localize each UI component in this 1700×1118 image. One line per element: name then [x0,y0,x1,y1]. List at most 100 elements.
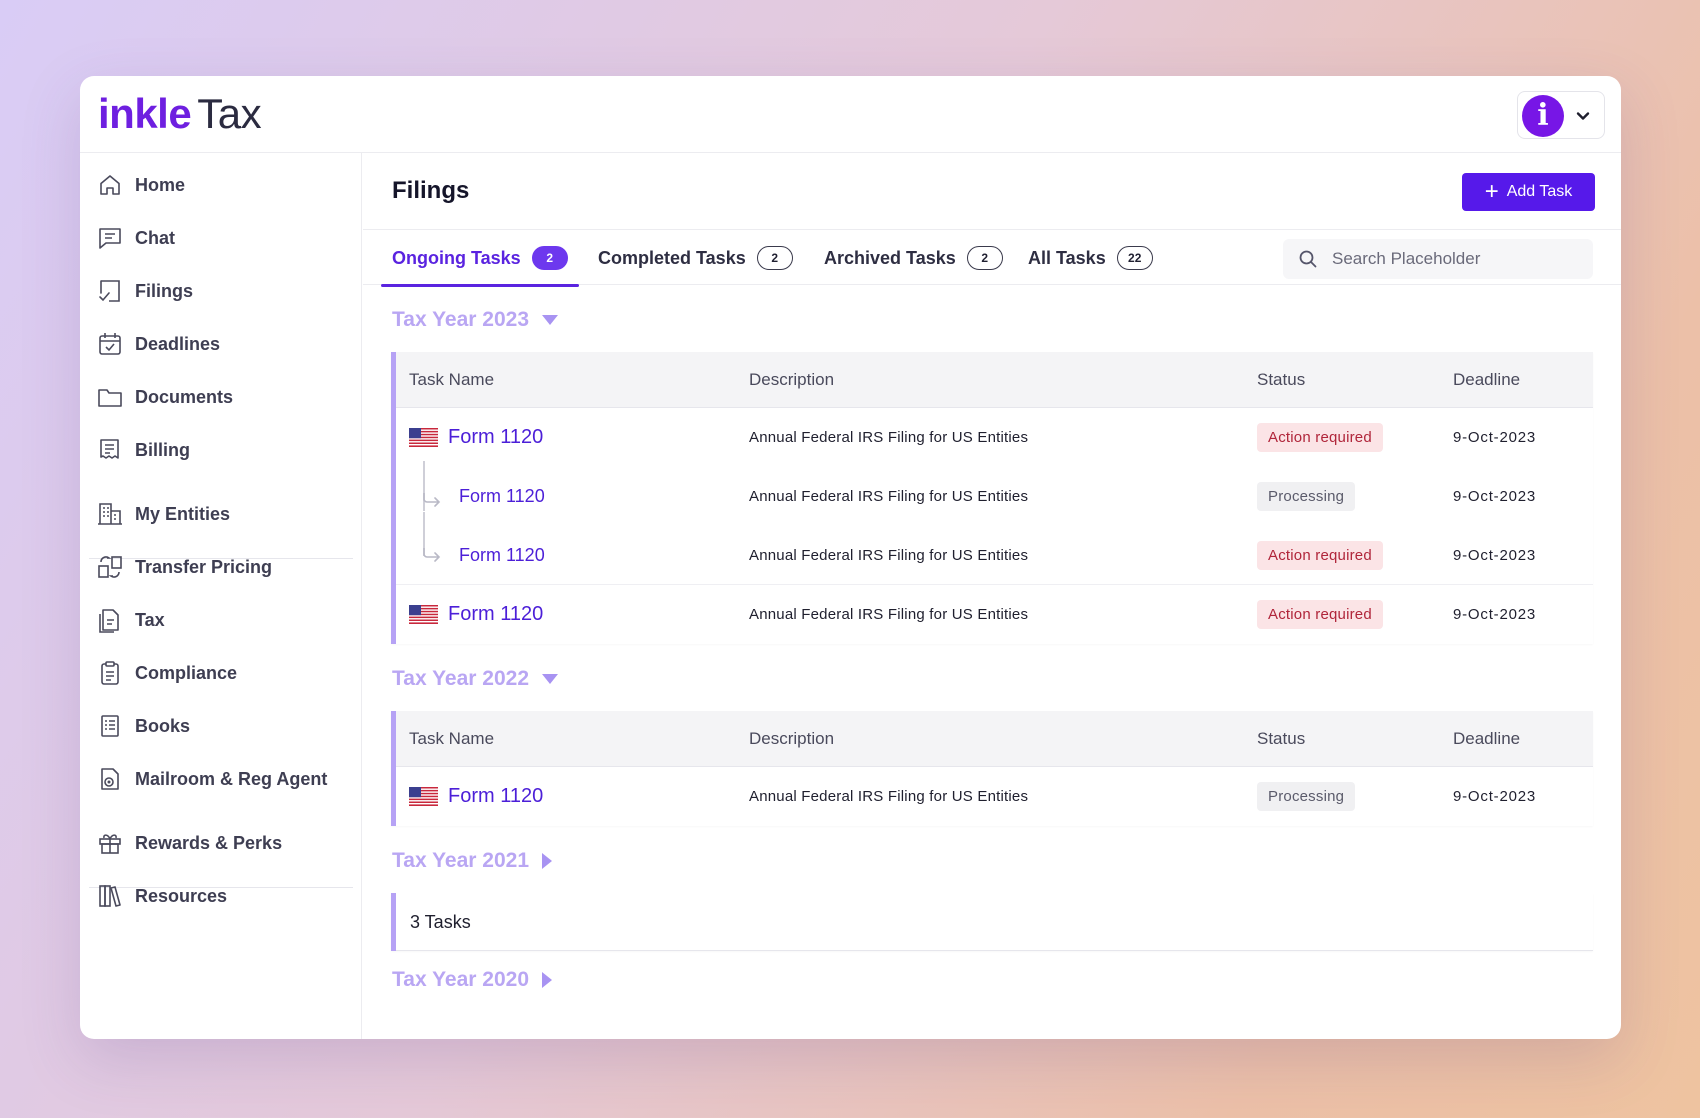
main-content: Filings + Add Task Ongoing Tasks 2 Compl… [363,153,1621,1039]
tax-year-label: Tax Year 2020 [392,968,530,991]
status-cell: Action required [1257,408,1383,467]
sidebar-item-label: Transfer Pricing [135,556,273,577]
gift-icon [99,834,121,854]
tasks-table-2022: Task Name Description Status Deadline Fo… [391,711,1593,826]
sidebar-item-mailroom[interactable]: Mailroom & Reg Agent [97,759,352,799]
deadline-value: 9-Oct-2023 [1453,606,1537,623]
status-cell: Processing [1257,467,1356,526]
task-link[interactable]: Form 1120 [459,486,545,507]
sidebar-item-compliance[interactable]: Compliance [97,653,352,693]
status-badge: Action required [1257,540,1383,570]
tasks-summary-2021: 3 Tasks [391,893,1593,951]
table-row-child[interactable]: Form 1120 Annual Federal IRS Filing for … [396,461,1593,526]
sidebar-item-home[interactable]: Home [97,165,352,205]
column-header-task: Task Name [409,370,495,389]
sidebar-item-tax[interactable]: Tax [97,600,352,640]
task-link[interactable]: Form 1120 [448,426,543,449]
description-cell: Annual Federal IRS Filing for US Entitie… [749,526,1028,584]
sidebar-item-rewards[interactable]: Rewards & Perks [97,823,352,863]
column-header-status: Status [1257,729,1306,748]
task-link[interactable]: Form 1120 [448,785,543,808]
deadline-value: 9-Oct-2023 [1453,429,1537,446]
tasks-table-2023: Task Name Description Status Deadline Fo… [391,352,1593,644]
child-arrow-icon [423,493,441,507]
caret-down-icon [542,315,559,325]
sidebar-item-chat[interactable]: Chat [97,218,352,258]
transfer-pricing-icon [98,556,122,578]
entities-icon [98,503,122,525]
task-cell: Form 1120 [409,585,543,644]
tab-ongoing-tasks[interactable]: Ongoing Tasks 2 [381,230,579,287]
books-icon [101,715,119,737]
status-cell: Action required [1257,585,1383,644]
task-count-summary: 3 Tasks [410,912,471,932]
sidebar-item-label: Billing [135,439,190,460]
deadline-cell: 9-Oct-2023 [1453,767,1536,826]
sidebar-item-label: Rewards & Perks [135,832,283,853]
sidebar-item-books[interactable]: Books [97,706,352,746]
collapsed-summary-row[interactable]: 3 Tasks [396,893,1593,951]
column-header-description: Description [749,729,835,748]
tab-count-badge: 22 [1116,246,1153,270]
search-input[interactable] [1332,249,1572,269]
us-flag-icon [409,787,438,806]
tax-year-toggle-2021[interactable]: Tax Year 2021 [392,849,553,873]
task-link[interactable]: Form 1120 [448,603,543,626]
deadline-value: 9-Oct-2023 [1453,788,1537,805]
tax-year-toggle-2022[interactable]: Tax Year 2022 [392,667,559,691]
clipboard-icon [101,661,119,685]
sidebar-item-documents[interactable]: Documents [97,377,352,417]
table-row[interactable]: Form 1120 Annual Federal IRS Filing for … [396,585,1593,644]
tab-count-badge: 2 [966,246,1003,270]
app-window: inkle Tax i Home Chat Filings Deadlines D… [80,76,1621,1039]
search-box[interactable] [1283,239,1593,279]
sidebar-item-my-entities[interactable]: My Entities [97,494,352,534]
description-cell: Annual Federal IRS Filing for US Entitie… [749,585,1028,644]
us-flag-icon [409,428,438,447]
status-badge: Processing [1257,782,1356,811]
column-header-status: Status [1257,370,1306,389]
tab-count-badge: 2 [531,246,568,270]
table-row-child[interactable]: Form 1120 Annual Federal IRS Filing for … [396,512,1593,585]
column-header-task: Task Name [409,729,495,748]
tab-archived-tasks[interactable]: Archived Tasks 2 [824,230,1003,286]
billing-icon [100,439,119,459]
sidebar-item-label: Home [135,174,186,195]
sidebar-item-filings[interactable]: Filings [97,271,352,311]
tab-label: Archived Tasks [824,247,956,268]
top-bar: inkle Tax i [80,76,1621,153]
sidebar-item-deadlines[interactable]: Deadlines [97,324,352,364]
logo-brand: inkle [98,90,192,137]
task-description: Annual Federal IRS Filing for US Entitie… [749,788,1029,805]
table-row[interactable]: Form 1120 Annual Federal IRS Filing for … [396,408,1593,467]
filings-icon [99,280,120,302]
sidebar-item-label: Deadlines [135,333,221,354]
sidebar-item-resources[interactable]: Resources [97,876,352,916]
avatar: i [1522,95,1564,137]
tab-all-tasks[interactable]: All Tasks 22 [1028,230,1153,286]
column-header-description: Description [749,370,835,389]
plus-icon: + [1484,178,1499,205]
tab-label: All Tasks [1028,247,1106,268]
calendar-icon [99,333,121,355]
profile-menu[interactable]: i [1517,91,1605,139]
sidebar-item-label: Tax [135,609,165,630]
sidebar-item-transfer-pricing[interactable]: Transfer Pricing [97,547,352,587]
tab-completed-tasks[interactable]: Completed Tasks 2 [598,230,793,286]
tabs-bar: Ongoing Tasks 2 Completed Tasks 2 Archiv… [363,229,1621,287]
sidebar-item-billing[interactable]: Billing [97,430,352,470]
deadline-value: 9-Oct-2023 [1453,488,1537,505]
caret-right-icon [542,972,553,988]
logo[interactable]: inkle Tax [98,90,262,137]
task-link[interactable]: Form 1120 [459,545,545,566]
table-row[interactable]: Form 1120 Annual Federal IRS Filing for … [396,767,1593,826]
tax-year-label: Tax Year 2021 [392,849,530,872]
tab-label: Completed Tasks [598,247,746,268]
chat-icon [99,228,121,249]
add-task-button[interactable]: + Add Task [1462,173,1595,211]
tax-year-toggle-2020[interactable]: Tax Year 2020 [392,968,553,992]
status-badge: Processing [1257,482,1356,511]
search-icon [1299,250,1317,268]
task-cell: Form 1120 [409,408,543,467]
tax-year-toggle-2023[interactable]: Tax Year 2023 [392,308,559,332]
